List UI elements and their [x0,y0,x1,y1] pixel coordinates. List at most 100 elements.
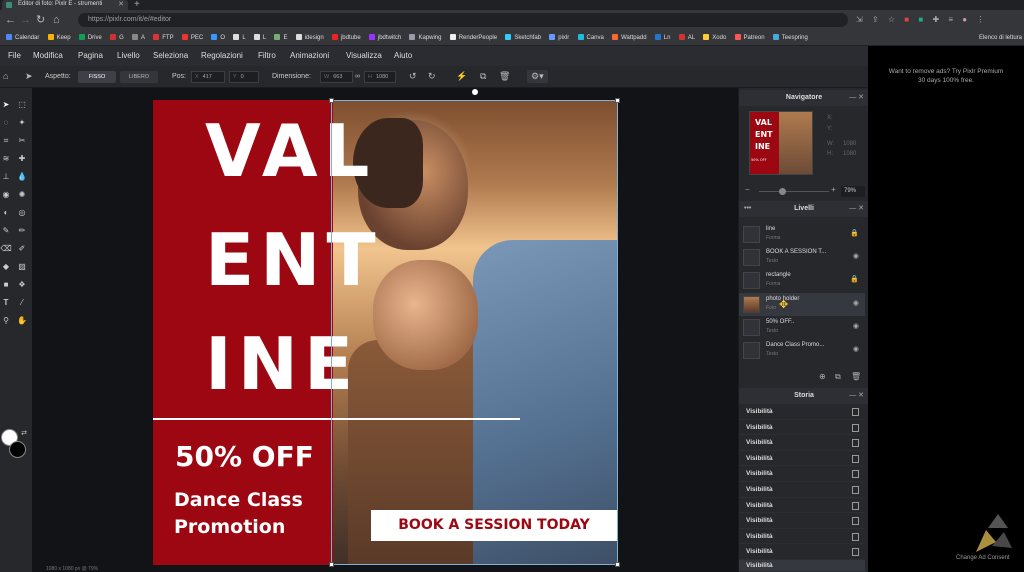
bookmark[interactable]: Xodo [703,30,726,45]
history-item[interactable]: Visibilità [739,544,865,560]
width-input[interactable]: W 663 [320,71,353,83]
history-item[interactable]: Visibilità [739,404,865,420]
shape-tool-icon[interactable]: ■ [0,279,12,291]
duplicate-layer-icon[interactable]: ⧉ [835,372,841,382]
brush-tool-icon[interactable]: ✏ [16,225,28,237]
menu-file[interactable]: File [8,46,21,66]
menu-page[interactable]: Pagina [78,46,103,66]
reading-list[interactable]: Elenco di lettura [979,30,1022,45]
eye-icon[interactable]: ◉ [853,345,859,353]
panel-controls-icon[interactable]: — ✕ [849,388,864,404]
browser-tab[interactable]: Editor di foto: Pixlr E - strumenti ✕ [2,0,128,10]
x-position-input[interactable]: X 417 [191,71,225,83]
eye-icon[interactable]: ◉ [853,252,859,260]
extension-green-icon[interactable]: ■ [918,13,923,27]
bookmark[interactable]: pixlr [549,30,569,45]
star-icon[interactable]: ☆ [888,13,895,27]
history-item[interactable]: Visibilità [739,513,865,529]
bookmark[interactable]: G [110,30,124,45]
crop-tool-icon[interactable]: ⌗ [0,135,12,147]
ad-consent-link[interactable]: Change Ad Consent [956,555,1010,561]
back-icon[interactable]: ← [5,13,16,27]
color-tool-icon[interactable]: ✺ [16,189,28,201]
add-layer-icon[interactable]: ⊕ [819,372,826,381]
history-item[interactable]: Visibilità [739,560,865,572]
history-item[interactable]: Visibilità [739,420,865,436]
zoom-in-icon[interactable]: + [831,185,836,194]
fill-tool-icon[interactable]: ◆ [0,261,12,273]
layer-item-dance[interactable]: Dance Class Promo... Testo ◉ [739,339,865,362]
resize-handle[interactable] [615,98,620,103]
pen-tool-icon[interactable]: ✎ [0,225,12,237]
clone-tool-icon[interactable]: ⊥ [0,171,12,183]
fixed-button[interactable]: FISSO [78,71,116,83]
history-item[interactable]: Visibilità [739,482,865,498]
promo-line-2[interactable]: Promotion [174,514,285,540]
rotate-left-icon[interactable]: ↺ [409,70,417,83]
profile-avatar-icon[interactable]: ● [962,13,967,27]
liquify-tool-icon[interactable]: ≋ [0,153,12,165]
duplicate-icon[interactable]: ⧉ [480,70,486,83]
trash-icon[interactable]: 🗑 [499,70,510,83]
bookmark[interactable]: Ln [654,30,670,45]
wand-tool-icon[interactable]: ✦ [16,117,28,129]
panel-controls-icon[interactable]: — ✕ [849,90,864,106]
new-tab-icon[interactable]: + [134,0,140,10]
blur-tool-icon[interactable]: 💧 [16,171,28,183]
layer-item-book[interactable]: BOOK A SESSION T... Testo ◉ [739,246,865,269]
lock-icon[interactable]: 🔒 [850,229,859,237]
menu-layer[interactable]: Livello [117,46,140,66]
home-icon[interactable]: ⌂ [53,13,60,27]
bookmark[interactable]: L [233,30,246,45]
layer-item-photo-holder[interactable]: photo holder Foto ✥ ◉ [739,293,865,316]
share-icon[interactable]: ⇪ [872,13,879,27]
dodge-tool-icon[interactable]: ◐ [0,207,12,219]
magic-wand-icon[interactable]: ⚡ [456,70,467,83]
bookmark[interactable]: A [132,30,145,45]
y-position-input[interactable]: Y0 [229,71,259,83]
resize-handle[interactable] [615,562,620,567]
home-icon[interactable]: ⌂ [3,70,8,83]
browser-menu-icon[interactable]: ⋮ [976,13,984,27]
history-item[interactable]: Visibilità [739,498,865,514]
lasso-tool-icon[interactable]: ◌ [0,117,12,129]
menu-lines-icon[interactable]: ≡ [948,13,953,27]
panel-controls-icon[interactable]: — ✕ [849,201,864,217]
swap-colors-icon[interactable]: ⇄ [18,428,30,440]
zoom-tool-icon[interactable]: ⚲ [0,315,12,327]
navigator-thumbnail[interactable]: VAL ENT INE 50% OFF [749,111,813,175]
zoom-slider[interactable] [759,191,829,192]
bookmark[interactable]: Wattpadd [612,30,647,45]
background-color-swatch[interactable] [9,441,26,458]
zoom-out-icon[interactable]: − [745,185,750,194]
eye-icon[interactable]: ◉ [853,299,859,307]
promo-line-1[interactable]: Dance Class [174,487,303,513]
bookmark[interactable]: idesign [295,30,324,45]
draw-tool-icon[interactable]: ✐ [16,243,28,255]
rotate-right-icon[interactable]: ↻ [428,70,436,83]
bookmark[interactable]: AL [678,30,695,45]
history-item[interactable]: Visibilità [739,435,865,451]
bookmark[interactable]: Sketchfab [505,30,541,45]
bookmark[interactable]: Patreon [734,30,765,45]
bookmark[interactable]: O [211,30,225,45]
bookmark[interactable]: Drive [78,30,102,45]
menu-adjustments[interactable]: Regolazioni [201,46,243,66]
layer-item-line[interactable]: line Forma 🔒 [739,223,865,246]
menu-select[interactable]: Seleziona [153,46,188,66]
hand-tool-icon[interactable]: ✋ [16,315,28,327]
url-field[interactable]: https://pixlr.com/it/e/#editor [78,13,848,27]
delete-layer-icon[interactable]: 🗑 [851,372,861,381]
layer-item-rectangle[interactable]: rectangle Forma 🔒 [739,269,865,292]
picker-tool-icon[interactable]: ⁄ [16,297,28,309]
history-item[interactable]: Visibilità [739,466,865,482]
bookmark[interactable]: Kapwing [409,30,441,45]
marquee-tool-icon[interactable]: ⬚ [16,99,28,111]
bookmark[interactable]: jbdtube [331,30,361,45]
eraser-tool-icon[interactable]: ⌫ [0,243,12,255]
bookmark[interactable]: Calendar [6,30,39,45]
reload-icon[interactable]: ↻ [36,13,45,27]
text-tool-icon[interactable]: T [0,297,12,309]
discount-text[interactable]: 50% OFF [175,440,314,474]
bookmark[interactable]: Teespring [772,30,808,45]
